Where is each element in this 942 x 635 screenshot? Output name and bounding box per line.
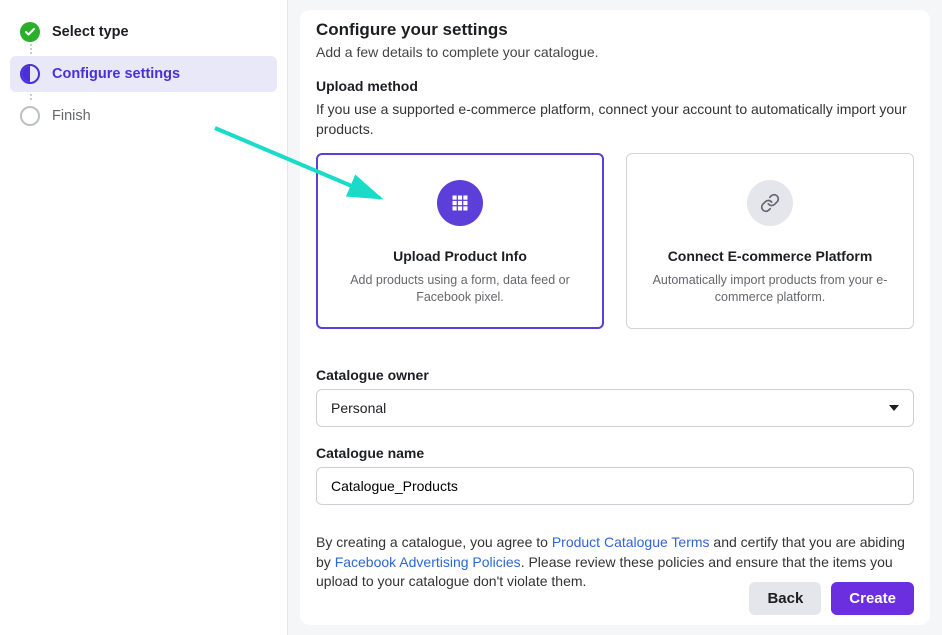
select-value: Personal xyxy=(331,400,386,416)
page-title: Configure your settings xyxy=(316,20,914,40)
step-select-type[interactable]: Select type xyxy=(10,14,277,50)
half-circle-icon xyxy=(20,64,40,84)
option-title: Upload Product Info xyxy=(335,248,585,264)
circle-icon xyxy=(20,106,40,126)
catalogue-name-label: Catalogue name xyxy=(316,445,914,461)
create-button[interactable]: Create xyxy=(831,582,914,615)
upload-method-label: Upload method xyxy=(316,78,914,94)
option-desc: Add products using a form, data feed or … xyxy=(335,272,585,306)
option-title: Connect E-commerce Platform xyxy=(645,248,895,264)
connect-ecommerce-option[interactable]: Connect E-commerce Platform Automaticall… xyxy=(626,153,914,329)
facebook-advertising-policies-link[interactable]: Facebook Advertising Policies xyxy=(335,554,521,570)
upload-method-desc: If you use a supported e-commerce platfo… xyxy=(316,100,914,139)
link-icon xyxy=(747,180,793,226)
catalogue-owner-select[interactable]: Personal xyxy=(316,389,914,427)
upload-product-info-option[interactable]: Upload Product Info Add products using a… xyxy=(316,153,604,329)
step-configure-settings[interactable]: Configure settings xyxy=(10,56,277,92)
stepper-sidebar: Select type Configure settings Finish xyxy=(0,0,288,635)
catalogue-name-input[interactable] xyxy=(316,467,914,505)
step-label: Finish xyxy=(52,108,91,124)
grid-icon xyxy=(437,180,483,226)
step-label: Select type xyxy=(52,24,129,40)
settings-card: Configure your settings Add a few detail… xyxy=(300,10,930,625)
product-catalogue-terms-link[interactable]: Product Catalogue Terms xyxy=(552,534,710,550)
back-button[interactable]: Back xyxy=(749,582,821,615)
check-icon xyxy=(20,22,40,42)
page-subtitle: Add a few details to complete your catal… xyxy=(316,44,914,60)
step-label: Configure settings xyxy=(52,66,180,82)
step-finish[interactable]: Finish xyxy=(10,98,277,134)
option-desc: Automatically import products from your … xyxy=(645,272,895,306)
catalogue-owner-label: Catalogue owner xyxy=(316,367,914,383)
chevron-down-icon xyxy=(889,405,899,411)
